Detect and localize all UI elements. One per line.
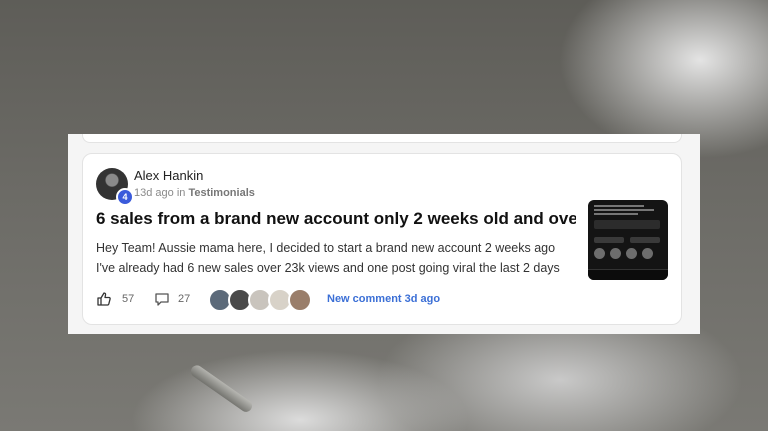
thumbs-up-icon[interactable]: [96, 291, 112, 310]
level-badge: 4: [116, 188, 134, 206]
post-in: in: [176, 187, 186, 199]
thumbnail-line: [594, 213, 638, 215]
post-card[interactable]: 4 Alex Hankin 13d ago in Testimonials 6 …: [82, 153, 682, 325]
author-name[interactable]: Alex Hankin: [134, 168, 203, 183]
post-thumbnail[interactable]: [588, 200, 668, 280]
thumbnail-button: [594, 237, 624, 243]
post-title[interactable]: 6 sales from a brand new account only 2 …: [96, 209, 576, 229]
post-meta: 13d ago in Testimonials: [134, 187, 255, 199]
post-time: 13d ago: [134, 187, 174, 199]
feed-panel: 4 Alex Hankin 13d ago in Testimonials 6 …: [68, 134, 700, 334]
thumbnail-line: [594, 205, 644, 207]
post-body-line: I've already had 6 new sales over 23k vi…: [96, 261, 560, 275]
thumbnail-nav-bar: [588, 269, 668, 280]
new-comment-link[interactable]: New comment 3d ago: [327, 293, 440, 305]
post-body: Hey Team! Aussie mama here, I decided to…: [96, 238, 576, 278]
commenter-avatar[interactable]: [288, 288, 312, 312]
thumbnail-line: [594, 209, 654, 211]
thumbnail-box: [594, 220, 660, 229]
post-body-line: Hey Team! Aussie mama here, I decided to…: [96, 241, 556, 255]
previous-post-card: [82, 134, 682, 143]
thumbnail-highlight: [626, 248, 637, 259]
background-spoon: [188, 363, 255, 415]
thumbnail-button: [630, 237, 660, 243]
post-category[interactable]: Testimonials: [188, 187, 254, 199]
like-count: 57: [122, 293, 135, 305]
thumbnail-highlight: [594, 248, 605, 259]
thumbnail-highlight: [610, 248, 621, 259]
post-actions: 57 27 New comment 3d ago: [96, 287, 656, 312]
thumbnail-highlight: [642, 248, 653, 259]
comment-count: 27: [178, 293, 191, 305]
speech-bubble-icon[interactable]: [154, 291, 170, 310]
